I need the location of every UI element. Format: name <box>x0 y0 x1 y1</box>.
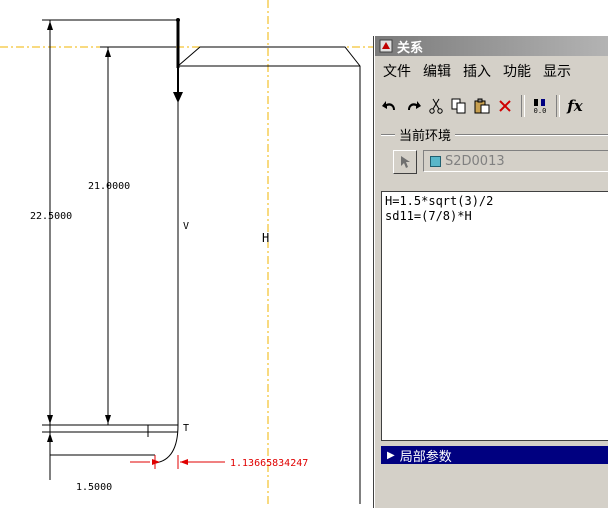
environment-value: S2D0013 <box>445 153 505 169</box>
dimension-1-5[interactable]: 1.5000 <box>76 482 112 493</box>
dialog-title: 关系 <box>397 40 424 56</box>
toolbar-separator-2 <box>556 95 560 117</box>
red-arrow-left <box>152 459 160 465</box>
dimension-22-5[interactable]: 22.5000 <box>30 211 72 222</box>
delete-x-icon[interactable] <box>494 95 516 117</box>
dimension-1-1366[interactable]: 1.13665834247 <box>230 458 308 469</box>
menu-function[interactable]: 功能 <box>503 61 531 81</box>
toolbar-separator <box>521 95 525 117</box>
toolbar: 0.0 fx <box>379 92 608 120</box>
dimension-21[interactable]: 21.0000 <box>88 181 130 192</box>
tangent-constraint-mark: T <box>183 423 189 434</box>
vertical-constraint-mark: V <box>183 221 189 232</box>
menu-display[interactable]: 显示 <box>543 61 571 81</box>
number-format-icon[interactable]: 0.0 <box>529 95 551 117</box>
environment-field[interactable]: S2D0013 <box>423 150 608 172</box>
app-icon <box>379 39 393 53</box>
cursor-arrow-icon <box>401 156 410 168</box>
menu-file[interactable]: 文件 <box>383 61 411 81</box>
relations-text-area[interactable]: H=1.5*sqrt(3)/2 sd11=(7/8)*H <box>381 191 608 441</box>
dialog-titlebar[interactable]: 关系 <box>375 36 608 56</box>
red-arrow-right <box>180 459 188 465</box>
expand-triangle-icon: ▶ <box>387 449 395 461</box>
local-parameters-label: 局部参数 <box>399 449 452 465</box>
dimension-arrows <box>47 21 111 442</box>
redo-icon[interactable] <box>402 95 424 117</box>
horizontal-constraint-mark: H <box>262 231 269 245</box>
copy-icon[interactable] <box>448 95 470 117</box>
number-format-label: 0.0 <box>533 106 547 115</box>
select-arrow-button[interactable] <box>393 150 417 174</box>
menu-insert[interactable]: 插入 <box>463 61 491 81</box>
current-environment-group: 当前环境 S2D0013 <box>381 125 608 179</box>
dimension-lines <box>42 19 178 480</box>
menu-edit[interactable]: 编辑 <box>423 61 451 81</box>
relation-line: H=1.5*sqrt(3)/2 <box>385 194 494 208</box>
relations-dialog: 关系 文件 编辑 插入 功能 显示 0.0 fx 当前环境 S2D0013 H=… <box>374 36 608 508</box>
current-environment-label: 当前环境 <box>395 125 456 144</box>
local-parameters-section[interactable]: ▶ 局部参数 <box>381 446 608 465</box>
relation-line: sd11=(7/8)*H <box>385 209 472 223</box>
function-label: fx <box>567 97 583 115</box>
undo-icon[interactable] <box>379 95 401 117</box>
menu-bar: 文件 编辑 插入 功能 显示 <box>375 60 608 82</box>
part-cube-icon <box>430 155 441 167</box>
function-icon[interactable]: fx <box>564 95 586 117</box>
paste-icon[interactable] <box>471 95 493 117</box>
scissors-icon[interactable] <box>425 95 447 117</box>
